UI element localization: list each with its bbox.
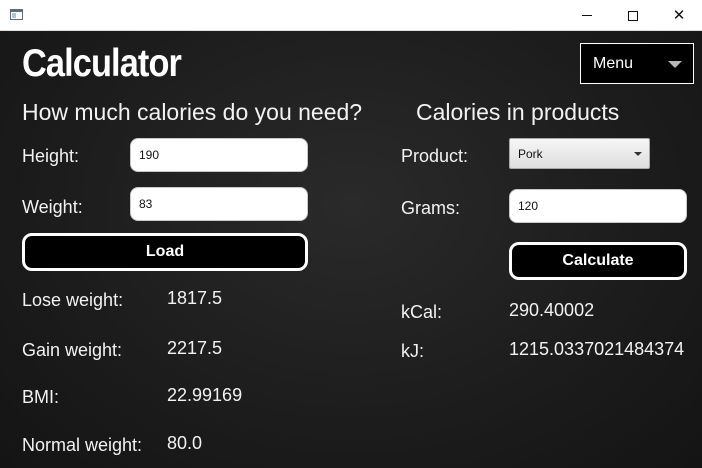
normal-weight-label: Normal weight: bbox=[22, 435, 143, 455]
kcal-label: kCal: bbox=[401, 302, 443, 322]
weight-input[interactable]: 83 bbox=[130, 187, 308, 221]
bmi-value: 22.99169 bbox=[167, 385, 243, 405]
load-button[interactable]: Load bbox=[22, 233, 308, 271]
lose-weight-label: Lose weight: bbox=[22, 290, 124, 310]
height-label: Height: bbox=[22, 146, 80, 166]
minimize-icon bbox=[582, 15, 592, 16]
kj-value: 1215.0337021484374 bbox=[509, 339, 685, 359]
grams-label: Grams: bbox=[401, 198, 461, 218]
calculate-button[interactable]: Calculate bbox=[509, 242, 687, 280]
calories-needed-heading: How much calories do you need? bbox=[22, 99, 363, 125]
menu-label: Menu bbox=[593, 54, 634, 72]
height-input[interactable]: 190 bbox=[130, 138, 308, 172]
title-bar: ✕ bbox=[0, 0, 702, 31]
minimize-button[interactable] bbox=[564, 0, 610, 31]
maximize-button[interactable] bbox=[610, 0, 656, 31]
product-select[interactable]: Pork bbox=[509, 138, 650, 169]
product-label: Product: bbox=[401, 146, 469, 166]
menu-dropdown[interactable]: Menu bbox=[580, 43, 694, 84]
chevron-down-icon bbox=[668, 61, 682, 68]
grams-input[interactable]: 120 bbox=[509, 189, 687, 223]
calories-in-products-heading: Calories in products bbox=[416, 99, 620, 125]
close-button[interactable]: ✕ bbox=[656, 0, 702, 31]
chevron-down-icon bbox=[634, 152, 642, 156]
maximize-icon bbox=[628, 10, 638, 21]
gain-weight-label: Gain weight: bbox=[22, 340, 123, 360]
gain-weight-value: 2217.5 bbox=[167, 338, 223, 358]
main-panel: Calculator Menu How much calories do you… bbox=[0, 31, 702, 468]
lose-weight-value: 1817.5 bbox=[167, 288, 223, 308]
weight-label: Weight: bbox=[22, 197, 83, 217]
kj-label: kJ: bbox=[401, 341, 425, 361]
bmi-label: BMI: bbox=[22, 387, 60, 407]
app-window-icon bbox=[10, 9, 23, 20]
close-icon: ✕ bbox=[672, 6, 686, 24]
product-selected-value: Pork bbox=[518, 146, 543, 161]
kcal-value: 290.40002 bbox=[509, 300, 595, 320]
normal-weight-value: 80.0 bbox=[167, 433, 203, 453]
app-title: Calculator bbox=[22, 42, 182, 85]
